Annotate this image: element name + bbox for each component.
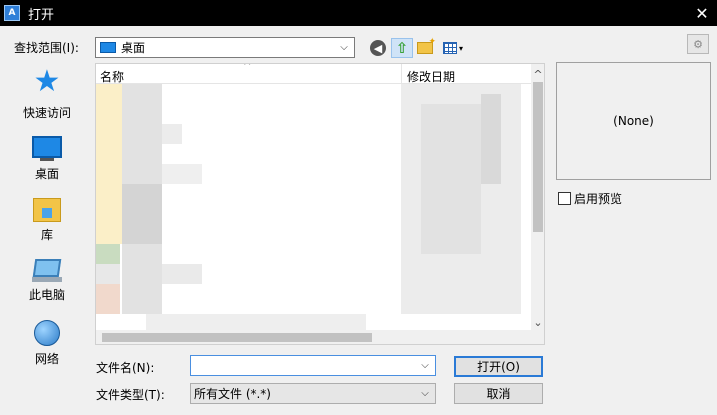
file-type-dropdown[interactable]: 所有文件 (*.*) ⌵ — [190, 383, 436, 404]
chevron-down-icon: ▾ — [458, 43, 463, 53]
place-label: 快速访问 — [22, 106, 71, 120]
scroll-thumb[interactable] — [102, 333, 372, 342]
up-arrow-icon: ⇧ — [395, 39, 409, 57]
blurred-region — [146, 314, 366, 330]
scroll-up-icon[interactable]: ^ — [531, 66, 544, 82]
look-in-value: 桌面 — [121, 41, 146, 55]
window-title: 打开 — [28, 7, 55, 23]
up-folder-button[interactable]: ⇧ — [391, 38, 413, 58]
chevron-down-icon: ⌵ — [421, 388, 429, 399]
scroll-thumb[interactable] — [533, 82, 543, 232]
network-icon — [34, 320, 60, 346]
places-bar: ★ 快速访问 桌面 库 此电脑 网络 — [8, 62, 86, 412]
place-label: 此电脑 — [28, 288, 65, 302]
library-icon — [33, 198, 61, 222]
file-type-value: 所有文件 (*.*) — [194, 387, 271, 401]
file-list[interactable]: ^ 名称 修改日期 ^ ⌄ — [95, 63, 545, 345]
blurred-region — [96, 264, 120, 284]
place-network[interactable]: 网络 — [8, 312, 86, 368]
scroll-down-icon[interactable]: ⌄ — [531, 314, 544, 330]
tools-button[interactable]: ⚙ — [687, 34, 709, 54]
title-bar: A 打开 ✕ — [0, 0, 717, 26]
blurred-region — [96, 284, 120, 314]
look-in-label: 查找范围(I): — [14, 41, 79, 55]
sort-caret-icon: ^ — [243, 63, 252, 72]
place-this-pc[interactable]: 此电脑 — [8, 250, 86, 306]
blurred-region — [481, 94, 501, 184]
file-name-combo[interactable]: ⌵ — [190, 355, 436, 376]
new-folder-button[interactable]: ✦ — [415, 37, 436, 58]
place-library[interactable]: 库 — [8, 190, 86, 246]
blurred-region — [421, 104, 481, 254]
enable-preview-label: 启用预览 — [574, 192, 623, 206]
place-label: 网络 — [34, 352, 59, 366]
column-name[interactable]: 名称 — [100, 68, 124, 85]
chevron-down-icon[interactable]: ⌵ — [418, 358, 432, 373]
back-icon: ◀ — [370, 40, 386, 56]
file-name-label: 文件名(N): — [96, 361, 155, 375]
star-icon: ★ — [33, 64, 61, 99]
preview-pane: (None) — [556, 62, 711, 180]
blurred-region — [122, 184, 162, 244]
place-quick-access[interactable]: ★ 快速访问 — [8, 66, 86, 122]
blurred-region — [96, 244, 120, 264]
view-grid-icon — [442, 42, 457, 54]
open-button[interactable]: 打开(O) — [454, 356, 543, 377]
view-menu-button[interactable]: ▾ — [440, 38, 466, 58]
blurred-region — [162, 264, 202, 284]
enable-preview-checkbox[interactable]: 启用预览 — [558, 190, 622, 207]
vertical-scrollbar[interactable]: ^ ⌄ — [531, 64, 544, 344]
place-label: 库 — [40, 228, 53, 242]
file-name-input[interactable] — [191, 356, 416, 375]
horizontal-scrollbar[interactable] — [96, 330, 531, 344]
cancel-button[interactable]: 取消 — [454, 383, 543, 404]
app-icon: A — [4, 5, 20, 21]
preview-none-text: (None) — [613, 114, 654, 128]
column-date-modified[interactable]: 修改日期 — [407, 68, 455, 85]
place-desktop[interactable]: 桌面 — [8, 128, 86, 184]
chevron-down-icon: ⌵ — [340, 42, 348, 53]
new-folder-icon: ✦ — [417, 37, 436, 54]
close-icon[interactable]: ✕ — [687, 0, 717, 26]
blurred-region — [162, 164, 202, 184]
place-label: 桌面 — [34, 167, 59, 181]
checkbox-box[interactable] — [558, 192, 571, 205]
look-in-dropdown[interactable]: 桌面 ⌵ — [95, 37, 355, 58]
blurred-region — [162, 124, 182, 144]
desktop-icon — [32, 136, 62, 158]
file-type-label: 文件类型(T): — [96, 388, 165, 402]
column-header: ^ 名称 修改日期 — [96, 64, 531, 84]
tools-icon: ⚙ — [693, 37, 703, 51]
desktop-icon — [100, 42, 116, 53]
computer-icon — [32, 259, 62, 277]
back-button[interactable]: ◀ — [369, 38, 387, 58]
